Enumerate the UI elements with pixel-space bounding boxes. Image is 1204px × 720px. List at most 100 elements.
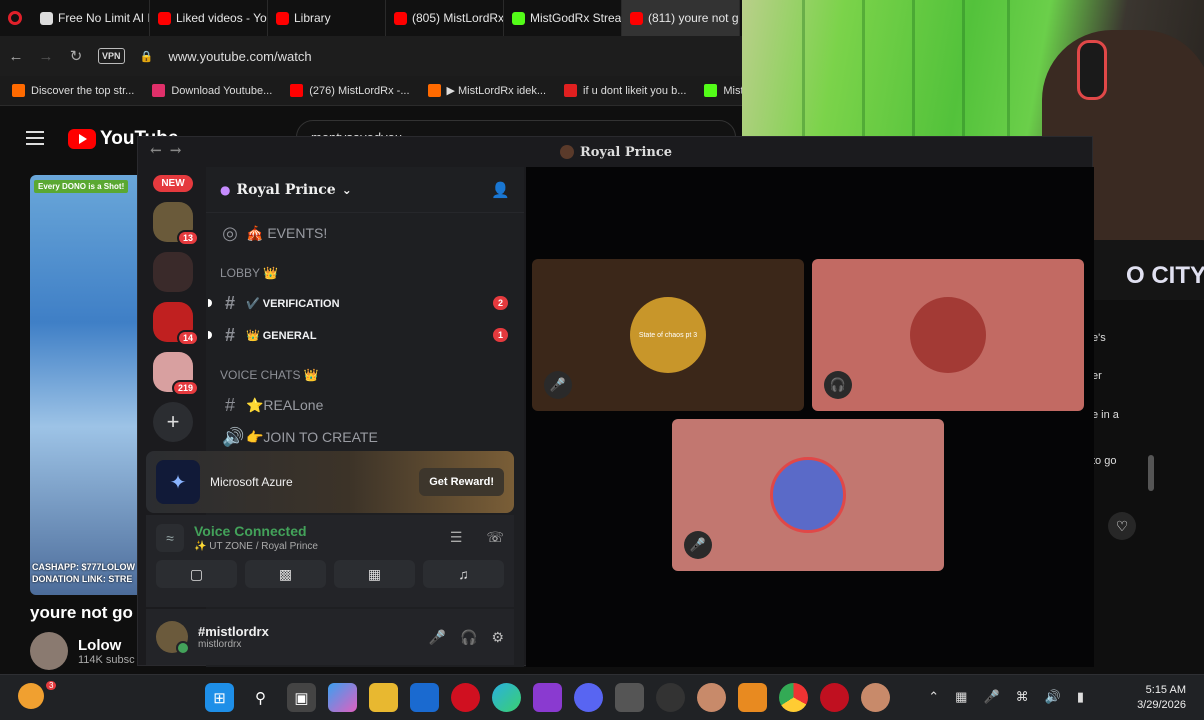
server-icon[interactable]: [153, 252, 193, 292]
clock[interactable]: 5:15 AM 3/29/2026: [1137, 683, 1186, 713]
copilot-icon[interactable]: [328, 683, 357, 712]
side-snippet: e in a: [1092, 409, 1119, 421]
tab-favicon-icon: [158, 11, 171, 25]
like-icon[interactable]: ♡: [1108, 512, 1136, 540]
server-icon[interactable]: 14: [153, 302, 199, 346]
new-badge[interactable]: NEW: [153, 175, 193, 192]
video-thumbnail[interactable]: Every DONO is a Shot! CASHAPP: $777LOLOW…: [30, 175, 145, 595]
edge-icon[interactable]: [492, 683, 521, 712]
volume-icon[interactable]: 🔊: [1045, 689, 1061, 705]
channel-category[interactable]: VOICE CHATS 👑: [214, 361, 516, 389]
browser-tab[interactable]: (805) MistLordRx: [386, 0, 504, 36]
participant-tile[interactable]: 🎧: [812, 259, 1084, 411]
username[interactable]: #mistlordrx: [198, 624, 269, 639]
bookmark[interactable]: Discover the top str...: [12, 84, 134, 97]
channel-item[interactable]: # 👑 GENERAL 1: [208, 319, 516, 351]
channel-item[interactable]: # ⭐REALone: [214, 389, 516, 421]
forward-icon[interactable]: →: [38, 48, 54, 65]
browser-tab[interactable]: Free No Limit AI Ir: [32, 0, 150, 36]
server-header[interactable]: ● Royal Prince ⌄ 👤: [206, 167, 524, 213]
gear-icon[interactable]: ⚙: [491, 629, 504, 646]
file-explorer-icon[interactable]: [369, 683, 398, 712]
task-view-icon[interactable]: ▣: [287, 683, 316, 712]
video-caption: CASHAPP: $777LOLOW DONATION LINK: STRE: [32, 562, 136, 584]
server-icon[interactable]: 219: [153, 352, 199, 396]
opera-taskbar-icon[interactable]: [451, 683, 480, 712]
nav-arrows-icon[interactable]: ←→: [150, 143, 189, 159]
search-icon[interactable]: ⚲: [246, 683, 275, 712]
promo-banner: ✦ Microsoft Azure Get Reward!: [146, 451, 514, 513]
app-icon-2[interactable]: [861, 683, 890, 712]
mute-mic-icon[interactable]: 🎤: [429, 629, 446, 646]
wifi-icon[interactable]: ⌘: [1016, 689, 1029, 705]
voice-location[interactable]: ✨ UT ZONE / Royal Prince: [194, 541, 440, 552]
channel-name[interactable]: Lolow: [78, 637, 135, 654]
unread-indicator: [208, 299, 212, 307]
bookmark[interactable]: ▶ MistLordRx idek...: [427, 84, 546, 97]
side-snippet: e's: [1092, 332, 1106, 344]
app-icon[interactable]: [697, 683, 726, 712]
chrome-icon[interactable]: [779, 683, 808, 712]
time: 5:15 AM: [1145, 684, 1186, 696]
disconnect-icon[interactable]: ☏: [486, 529, 504, 546]
signal-icon[interactable]: ≈: [156, 523, 184, 552]
participant-tile[interactable]: 🎤: [672, 419, 944, 571]
fl-studio-icon[interactable]: [738, 683, 767, 712]
bookmark[interactable]: Download Youtube...: [152, 84, 272, 97]
outlook-icon[interactable]: [410, 683, 439, 712]
add-member-icon[interactable]: 👤: [491, 181, 510, 199]
voice-status[interactable]: Voice Connected: [194, 523, 440, 539]
video-editor-icon[interactable]: [533, 683, 562, 712]
obs-icon[interactable]: [656, 683, 685, 712]
get-reward-button[interactable]: Get Reward!: [419, 468, 504, 496]
opera-gx-icon[interactable]: [820, 683, 849, 712]
camera-off-button[interactable]: ▢: [156, 560, 237, 588]
server-icon[interactable]: 13: [153, 202, 199, 246]
avatar-caption: State of chaos pt 3: [638, 331, 698, 339]
noise-suppression-icon[interactable]: ☰: [450, 529, 463, 546]
windows-start-icon[interactable]: ⊞: [205, 683, 234, 712]
soundboard-button[interactable]: ♫: [423, 560, 504, 588]
server-badge: 13: [176, 230, 199, 246]
activities-button[interactable]: ▦: [334, 560, 415, 588]
azure-icon: ✦: [156, 460, 200, 504]
browser-tab[interactable]: MistGodRx Strean: [504, 0, 622, 36]
microphone-icon[interactable]: 🎤: [983, 689, 999, 705]
hash-icon: #: [224, 324, 235, 345]
scrollbar[interactable]: [1148, 455, 1154, 491]
video-tag: Every DONO is a Shot!: [34, 180, 129, 193]
bookmark[interactable]: if u dont likeit you b...: [564, 84, 686, 97]
channel-item[interactable]: 🔊 👉JOIN TO CREATE: [214, 421, 516, 453]
menu-icon[interactable]: [26, 131, 44, 145]
channel-category[interactable]: LOBBY 👑: [214, 259, 516, 287]
tab-label: Liked videos - You: [176, 11, 268, 25]
chevron-up-icon[interactable]: ⌃: [928, 689, 939, 705]
channel-item[interactable]: # ✔️ VERIFICATION 2: [208, 287, 516, 319]
back-icon[interactable]: ←: [8, 48, 24, 65]
channel-item[interactable]: ◎ 🎪 EVENTS!: [214, 217, 516, 249]
battery-icon[interactable]: ▮: [1077, 689, 1084, 705]
weather-icon[interactable]: 3: [18, 681, 57, 709]
headphones-icon[interactable]: 🎧: [460, 629, 477, 646]
channel-avatar[interactable]: [30, 632, 68, 670]
add-server-icon[interactable]: +: [153, 402, 193, 442]
discord-icon[interactable]: [574, 683, 603, 712]
participant-tile[interactable]: State of chaos pt 3 🎤: [532, 259, 804, 411]
video-title[interactable]: youre not go: [30, 603, 140, 623]
mention-badge: 2: [492, 296, 508, 310]
window-title: Royal Prince: [579, 144, 673, 160]
reload-icon[interactable]: ↻: [68, 47, 84, 65]
browser-tab[interactable]: Library: [268, 0, 386, 36]
bookmark[interactable]: (276) MistLordRx -...: [290, 84, 410, 97]
screen-share-button[interactable]: ▩: [245, 560, 326, 588]
opera-icon[interactable]: [8, 11, 22, 25]
browser-tab[interactable]: (811) youre not gonr: [622, 0, 740, 36]
camera-icon[interactable]: [615, 683, 644, 712]
avatar[interactable]: [156, 621, 190, 655]
tray-app-icon[interactable]: ▦: [955, 689, 967, 705]
youtube-side-panel: e's er e in a to go ♡: [1086, 300, 1204, 674]
vpn-badge[interactable]: VPN: [98, 48, 125, 64]
voice-panel: ≈ Voice Connected ✨ UT ZONE / Royal Prin…: [146, 515, 514, 607]
browser-tab[interactable]: Liked videos - You: [150, 0, 268, 36]
url-text[interactable]: www.youtube.com/watch: [169, 49, 312, 64]
